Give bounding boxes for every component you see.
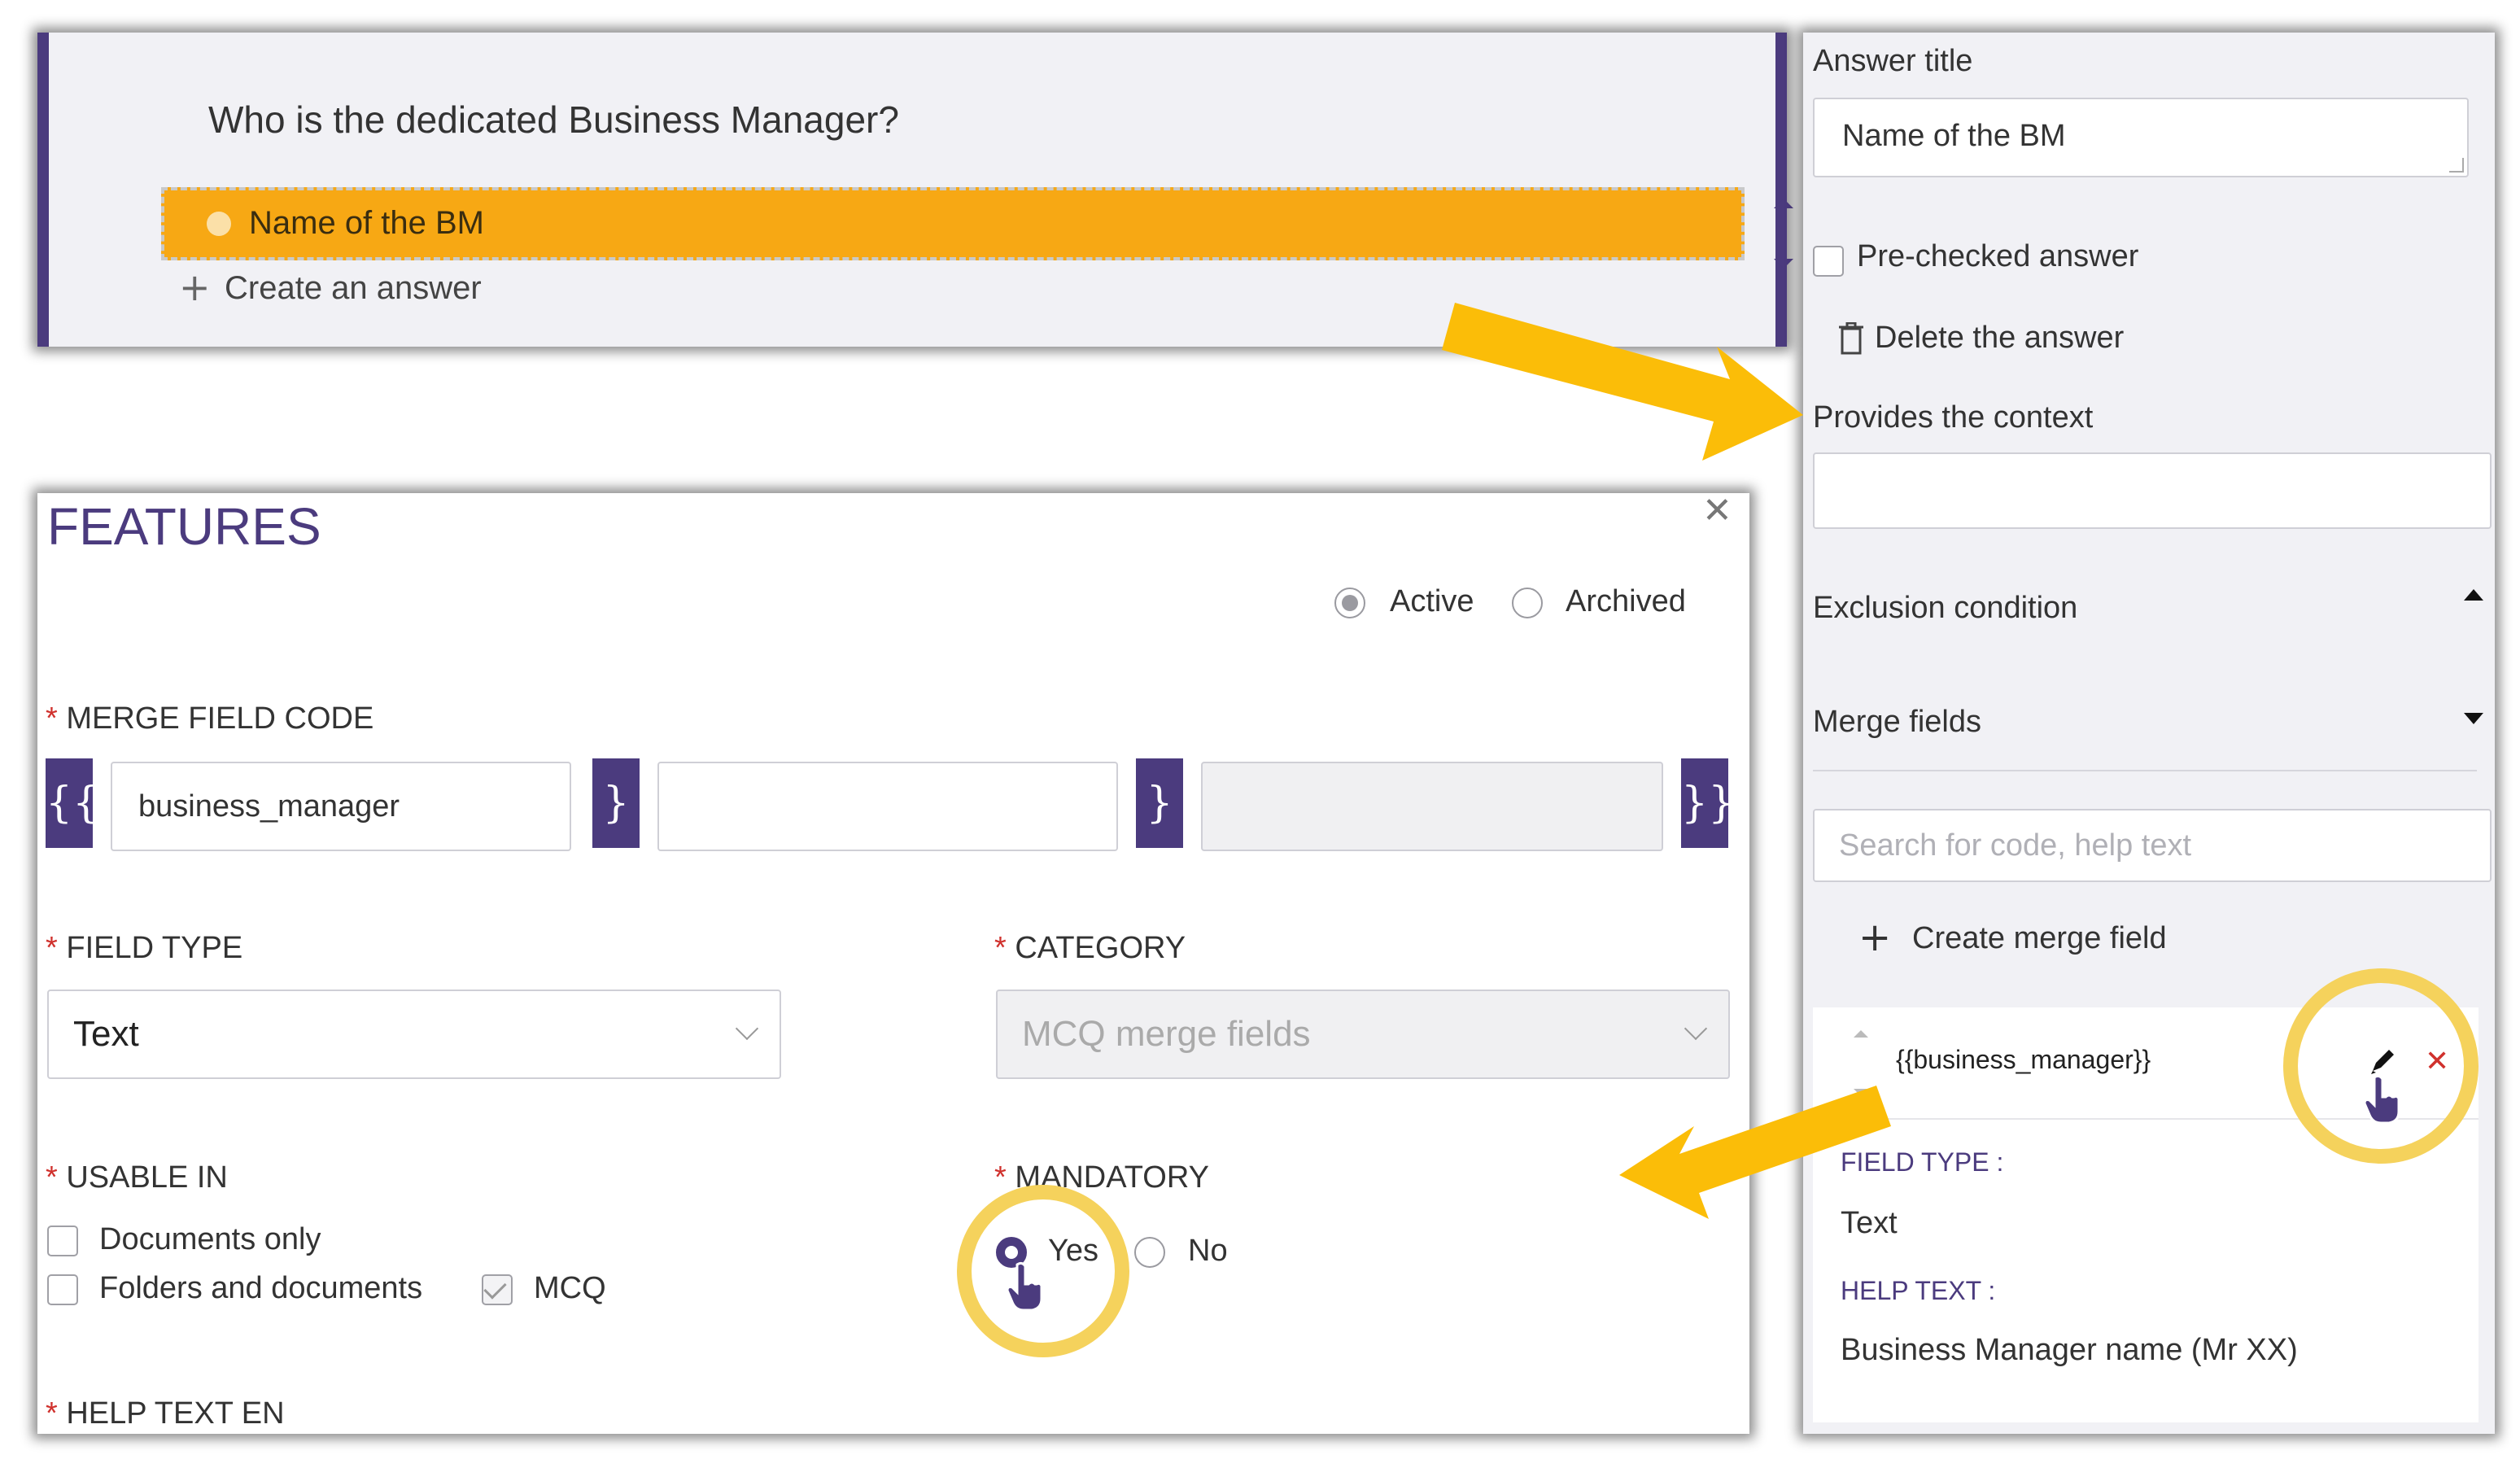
hand-cursor-icon: [1006, 1261, 1043, 1312]
arrow-to-context-icon: [1442, 303, 1803, 461]
edit-highlight-circle: [2283, 968, 2479, 1164]
hand-cursor-icon: [2363, 1074, 2400, 1125]
annotation-arrows: [1442, 303, 1891, 1219]
arrow-to-features-icon: [1619, 1086, 1891, 1219]
